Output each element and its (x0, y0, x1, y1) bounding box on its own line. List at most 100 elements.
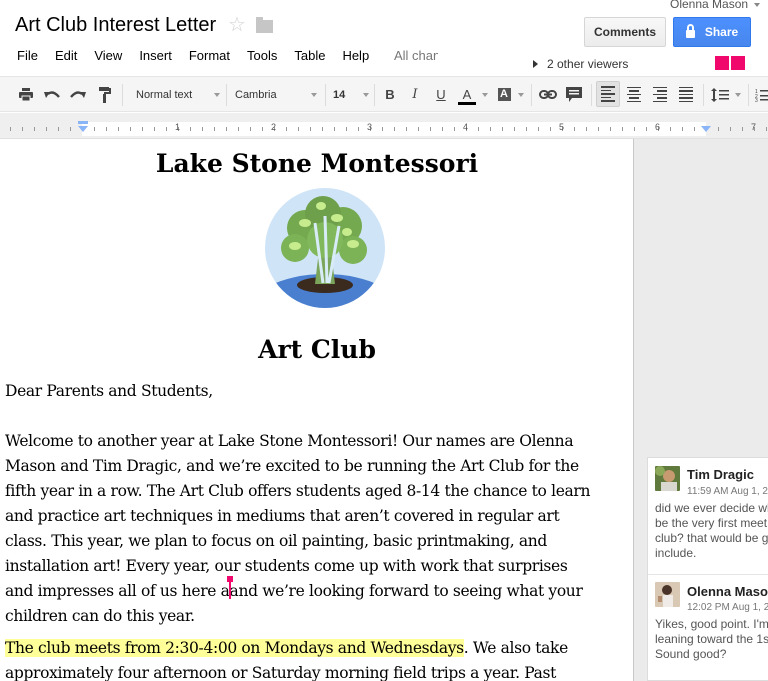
ruler-tick (226, 127, 227, 131)
bold-button[interactable]: B (380, 77, 400, 112)
text-segment: . We also take (463, 639, 569, 657)
menu-edit[interactable]: Edit (55, 48, 77, 63)
viewers-label: 2 other viewers (547, 57, 629, 71)
numbered-list-button[interactable]: 123 (754, 77, 768, 112)
print-button[interactable] (16, 77, 36, 112)
menubar: File Edit View Insert Format Tools Table… (17, 48, 386, 63)
ruler-tick (142, 127, 143, 131)
ruler-tick (442, 127, 443, 131)
ruler-mark: 2 (271, 122, 277, 132)
folder-icon[interactable] (256, 17, 273, 33)
ruler-tick (622, 127, 623, 131)
ruler-tick (430, 127, 431, 131)
line-spacing-button[interactable] (709, 77, 731, 112)
font-size-value: 14 (333, 88, 346, 101)
comments-button[interactable]: Comments (584, 17, 666, 47)
menu-view[interactable]: View (94, 48, 122, 63)
text-color-button[interactable]: A (457, 77, 477, 112)
collaborator-cursor (226, 576, 233, 599)
redo-icon (70, 90, 86, 98)
paragraph-style-value: Normal text (136, 88, 193, 101)
ruler-tick (238, 127, 239, 131)
justify-icon (679, 86, 693, 103)
right-indent-handle[interactable] (701, 126, 711, 132)
tree-logo-image[interactable] (265, 188, 385, 308)
text-line: class. This year, we plan to focus on oi… (5, 532, 547, 550)
star-icon[interactable]: ☆ (228, 15, 246, 35)
align-left-button[interactable] (596, 81, 620, 107)
triangle-right-icon (533, 60, 538, 68)
doc-title[interactable]: Art Club Interest Letter (15, 14, 216, 37)
viewer-swatch[interactable] (731, 56, 745, 70)
insert-comment-button[interactable] (563, 77, 585, 112)
ruler-tick (190, 127, 191, 131)
menu-table[interactable]: Table (294, 48, 325, 63)
document-subheading: Art Club (258, 335, 376, 364)
highlight-color-dropdown[interactable] (516, 77, 526, 112)
redo-button[interactable] (68, 77, 88, 112)
ruler-tick (670, 127, 671, 131)
first-line-indent-handle[interactable] (78, 121, 88, 124)
paint-format-button[interactable] (95, 77, 115, 112)
ruler[interactable]: 1 2 3 4 5 6 7 (0, 113, 768, 139)
font-size-dropdown[interactable]: 14 (333, 77, 369, 112)
menu-tools[interactable]: Tools (247, 48, 277, 63)
svg-text:3: 3 (755, 98, 758, 102)
align-center-button[interactable] (623, 77, 645, 112)
paint-roller-icon (99, 86, 111, 103)
undo-icon (44, 90, 60, 98)
ruler-tick (58, 127, 59, 131)
ruler-mark: 4 (463, 122, 469, 132)
align-right-button[interactable] (649, 77, 671, 112)
comment-thread[interactable]: Tim Dragic 11:59 AM Aug 1, 2012 did we e… (647, 457, 768, 681)
highlight-icon: A (497, 88, 511, 101)
ruler-tick (766, 127, 767, 131)
underline-button[interactable]: U (431, 77, 451, 112)
ruler-tick (526, 127, 527, 131)
numbered-list-icon: 123 (755, 89, 768, 102)
ruler-tick (454, 127, 455, 131)
line-spacing-icon (711, 87, 729, 102)
chevron-down-icon (735, 92, 741, 97)
menu-file[interactable]: File (17, 48, 38, 63)
other-viewers-toggle[interactable]: 2 other viewers (533, 57, 628, 71)
undo-button[interactable] (42, 77, 62, 112)
text-color-dropdown[interactable] (480, 77, 490, 112)
highlight-color-button[interactable]: A (494, 77, 514, 112)
viewer-swatch[interactable] (715, 56, 729, 70)
link-icon (539, 90, 557, 99)
text-line: installation art! Every year, our studen… (5, 557, 568, 575)
ruler-tick (214, 127, 215, 131)
line-spacing-dropdown[interactable] (733, 77, 743, 112)
menu-format[interactable]: Format (189, 48, 230, 63)
menu-help[interactable]: Help (342, 48, 369, 63)
ruler-tick (394, 127, 395, 131)
insert-link-button[interactable] (537, 77, 559, 112)
comment-line: Yikes, good point. I'm (655, 617, 768, 631)
ruler-tick (130, 127, 131, 131)
ruler-tick (46, 127, 47, 131)
ruler-tick (310, 127, 311, 131)
save-status[interactable]: All changes saved in Drive (394, 48, 438, 63)
ruler-tick (106, 127, 107, 131)
header: Art Club Interest Letter ☆ File Edit Vie… (0, 0, 768, 76)
share-button[interactable]: Share (673, 17, 751, 47)
italic-button[interactable]: I (405, 77, 425, 112)
comment-line: leaning toward the 1st (655, 632, 768, 646)
ruler-tick (34, 127, 35, 131)
ruler-tick (718, 127, 719, 131)
comment-author: Tim Dragic (687, 467, 754, 482)
paragraph-style-dropdown[interactable]: Normal text (136, 77, 220, 112)
menu-insert[interactable]: Insert (139, 48, 172, 63)
account-menu[interactable]: Olenna Mason (670, 0, 761, 11)
font-dropdown[interactable]: Cambria (235, 77, 317, 112)
text-line: fifth year in a row. The Art Club offers… (5, 482, 591, 500)
left-indent-handle[interactable] (78, 126, 88, 132)
comment-author: Olenna Mason (687, 584, 768, 599)
document-page[interactable]: Lake Stone Montessori Art Club Dear Pare… (0, 139, 634, 681)
ruler-tick (250, 127, 251, 131)
highlighted-text: The club meets from 2:30-4:00 on Mondays… (5, 639, 464, 657)
share-label: Share (704, 25, 739, 39)
justify-button[interactable] (675, 77, 697, 112)
ruler-mark: 1 (175, 122, 181, 132)
